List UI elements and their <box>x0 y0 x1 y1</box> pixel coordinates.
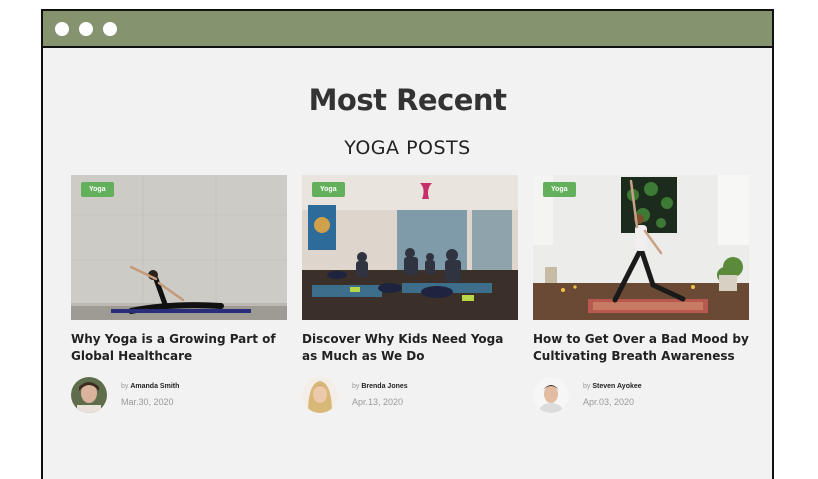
window-titlebar <box>43 11 772 48</box>
post-thumbnail[interactable]: Yoga <box>533 175 749 320</box>
category-tag[interactable]: Yoga <box>543 182 576 197</box>
post-thumbnail[interactable]: Yoga <box>302 175 518 320</box>
post-meta: by Amanda Smith Mar.30, 2020 <box>71 377 287 413</box>
window-control-dot[interactable] <box>55 21 69 36</box>
post-title[interactable]: How to Get Over a Bad Mood by Cultivatin… <box>533 331 749 367</box>
post-card[interactable]: Yoga How to Get Over a Bad Mood by Culti… <box>533 175 749 413</box>
post-card[interactable]: Yoga Why Yoga is a Growing Part of Globa… <box>71 175 287 413</box>
author-byline: by Amanda Smith <box>121 383 180 390</box>
post-title[interactable]: Why Yoga is a Growing Part of Global Hea… <box>71 331 287 367</box>
window-control-dot[interactable] <box>79 21 93 36</box>
post-card[interactable]: Yoga Discover Why Kids Need Yoga as Much… <box>302 175 518 413</box>
post-date: Apr.03, 2020 <box>583 397 635 407</box>
post-thumbnail[interactable]: Yoga <box>71 175 287 320</box>
section-heading: Most Recent <box>308 83 507 117</box>
author-name[interactable]: Amanda Smith <box>130 383 179 390</box>
author-byline: by Steven Ayokee <box>583 383 642 390</box>
post-date: Mar.30, 2020 <box>121 397 174 407</box>
author-avatar <box>533 377 569 413</box>
author-avatar-icon <box>71 377 107 413</box>
category-tag[interactable]: Yoga <box>312 182 345 197</box>
post-date: Apr.13, 2020 <box>352 397 404 407</box>
author-avatar-icon <box>302 377 338 413</box>
author-avatar <box>71 377 107 413</box>
author-name[interactable]: Steven Ayokee <box>592 383 641 390</box>
window-control-dot[interactable] <box>103 21 117 36</box>
author-name[interactable]: Brenda Jones <box>361 383 407 390</box>
post-title[interactable]: Discover Why Kids Need Yoga as Much as W… <box>302 331 518 367</box>
section-subheading: YOGA POSTS <box>344 137 471 159</box>
category-tag[interactable]: Yoga <box>81 182 114 197</box>
browser-window: Most Recent YOGA POSTS Yoga Why Yoga is … <box>41 9 774 479</box>
author-byline: by Brenda Jones <box>352 383 408 390</box>
author-avatar-icon <box>533 377 569 413</box>
author-avatar <box>302 377 338 413</box>
post-meta: by Steven Ayokee Apr.03, 2020 <box>533 377 749 413</box>
post-meta: by Brenda Jones Apr.13, 2020 <box>302 377 518 413</box>
